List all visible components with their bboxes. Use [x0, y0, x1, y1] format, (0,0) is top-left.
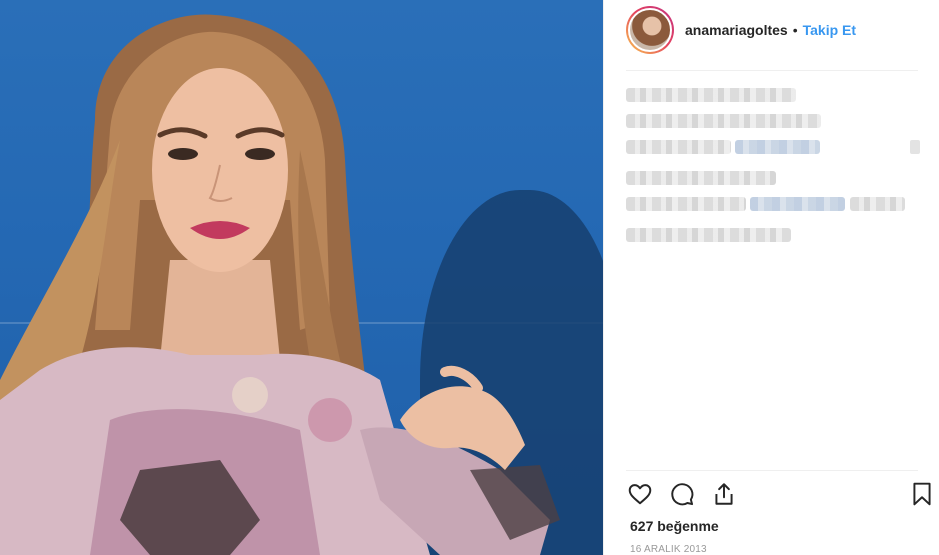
separator-dot: •: [792, 22, 798, 38]
portrait-illustration: [0, 14, 560, 555]
like-button[interactable]: [626, 480, 654, 508]
blurred-fragment: [910, 140, 920, 154]
username-link[interactable]: anamariagoltes: [685, 22, 788, 38]
blurred-text-row: [626, 197, 926, 228]
blurred-text-line: [626, 171, 776, 185]
header-divider: [626, 70, 918, 71]
post-side-panel: anamariagoltes • Takip Et 627 beğenme 16…: [603, 0, 939, 555]
blurred-text-line: [626, 88, 796, 102]
heart-icon: [628, 484, 652, 505]
post-header: anamariagoltes • Takip Et: [604, 0, 939, 60]
blurred-text-line: [626, 228, 791, 242]
comment-button[interactable]: [668, 480, 696, 508]
share-button[interactable]: [710, 480, 738, 508]
blurred-text-row: [626, 140, 926, 171]
save-button[interactable]: [908, 480, 936, 508]
actions-divider: [626, 470, 918, 471]
comment-icon: [671, 483, 694, 506]
post-photo[interactable]: [0, 0, 603, 555]
avatar[interactable]: [626, 6, 674, 54]
blurred-text-line: [626, 114, 821, 128]
post-actions: [626, 480, 931, 510]
avatar-image: [628, 8, 672, 52]
blurred-text-line: [849, 197, 905, 211]
share-icon: [715, 483, 733, 505]
likes-count[interactable]: 627 beğenme: [630, 518, 719, 534]
caption-blurred: [626, 88, 926, 254]
post-date[interactable]: 16 ARALIK 2013: [630, 544, 707, 555]
follow-button[interactable]: Takip Et: [803, 22, 856, 38]
bookmark-icon: [913, 482, 931, 506]
blurred-hashtag-line: [750, 197, 846, 211]
blurred-hashtag-line: [735, 140, 821, 154]
blurred-text-line: [626, 140, 731, 154]
blurred-text-line: [626, 197, 746, 211]
